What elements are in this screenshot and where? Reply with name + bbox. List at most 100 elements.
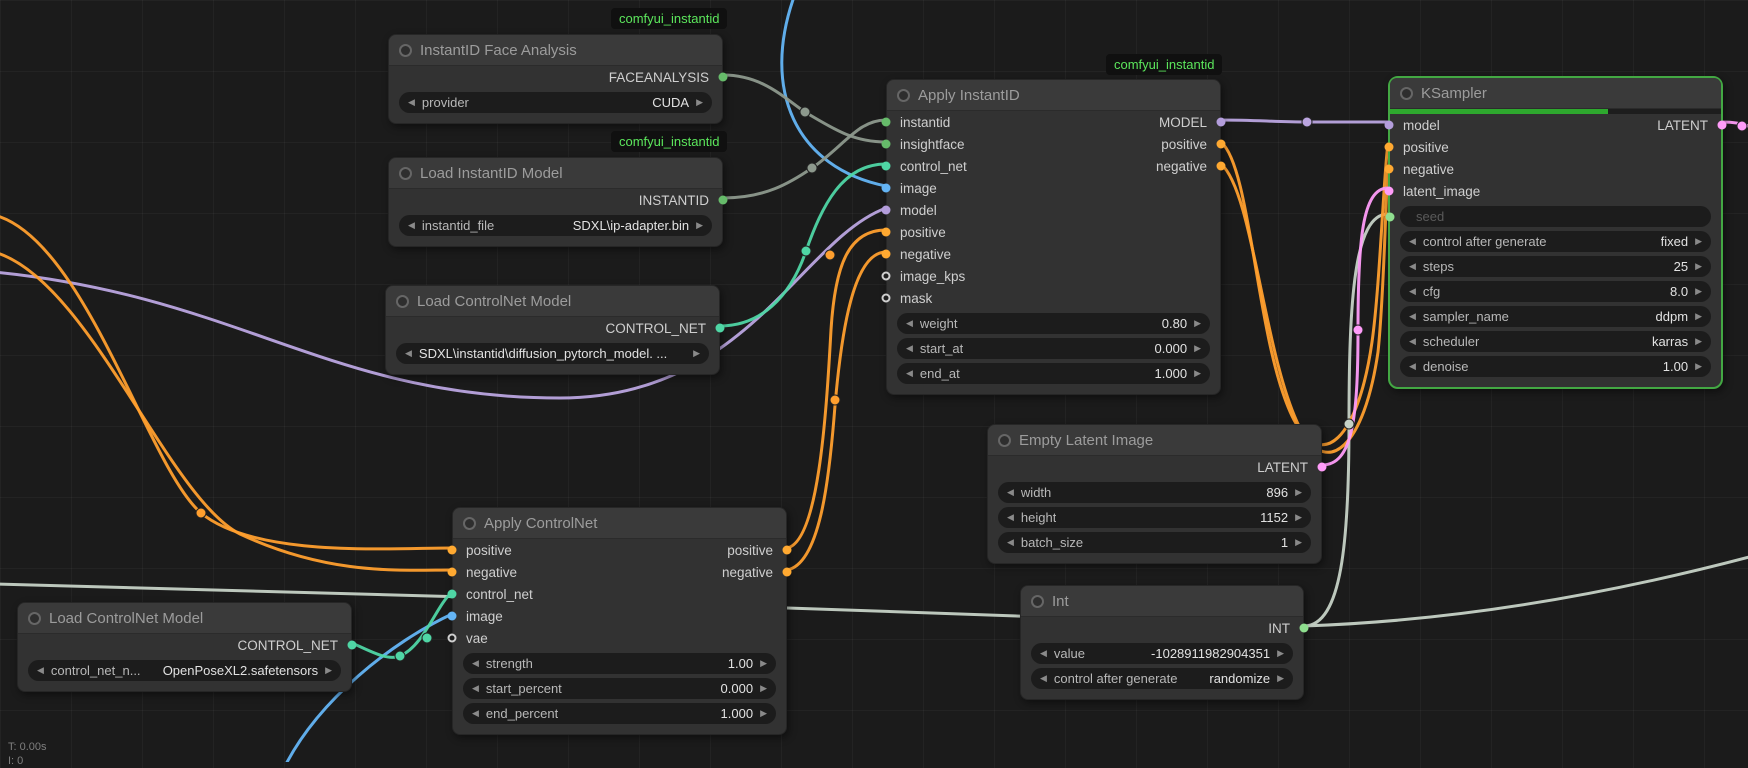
output-dot-positive[interactable] [1217, 140, 1226, 149]
node-titlebar[interactable]: KSampler [1390, 78, 1721, 109]
output-dot-int[interactable] [1300, 624, 1309, 633]
node-apply-instantid[interactable]: Apply InstantID instantid MODEL insightf… [886, 79, 1221, 395]
decrement-icon[interactable] [906, 369, 913, 378]
node-titlebar[interactable]: Load InstantID Model [389, 158, 722, 189]
decrement-icon[interactable] [408, 98, 415, 107]
decrement-icon[interactable] [1040, 674, 1047, 683]
widget-end-percent[interactable]: end_percent 1.000 [463, 703, 776, 724]
widget-start-percent[interactable]: start_percent 0.000 [463, 678, 776, 699]
decrement-icon[interactable] [1409, 362, 1416, 371]
increment-icon[interactable] [760, 659, 767, 668]
increment-icon[interactable] [1295, 488, 1302, 497]
decrement-icon[interactable] [1409, 262, 1416, 271]
node-titlebar[interactable]: InstantID Face Analysis [389, 35, 722, 66]
widget-end-at[interactable]: end_at 1.000 [897, 363, 1210, 384]
output-dot-negative[interactable] [1217, 162, 1226, 171]
decrement-icon[interactable] [906, 319, 913, 328]
node-load-controlnet-model-top[interactable]: Load ControlNet Model CONTROL_NET SDXL\i… [385, 285, 720, 375]
collapse-icon[interactable] [28, 612, 41, 625]
node-int[interactable]: Int INT value -1028911982904351 control … [1020, 585, 1304, 700]
input-dot-positive[interactable] [448, 546, 457, 555]
collapse-icon[interactable] [463, 517, 476, 530]
increment-icon[interactable] [1695, 262, 1702, 271]
collapse-icon[interactable] [998, 434, 1011, 447]
increment-icon[interactable] [1695, 312, 1702, 321]
input-dot-seed[interactable] [1386, 212, 1395, 221]
reroute-dot[interactable] [807, 163, 817, 173]
input-dot-negative[interactable] [882, 250, 891, 259]
input-dot-control-net[interactable] [882, 162, 891, 171]
widget-height[interactable]: height 1152 [998, 507, 1311, 528]
collapse-icon[interactable] [396, 295, 409, 308]
output-dot-latent[interactable] [1318, 463, 1327, 472]
reroute-dot[interactable] [800, 107, 810, 117]
output-dot-instantid[interactable] [719, 196, 728, 205]
reroute-dot[interactable] [825, 250, 835, 260]
widget-provider[interactable]: provider CUDA [399, 92, 712, 113]
decrement-icon[interactable] [37, 666, 44, 675]
input-dot-control-net[interactable] [448, 590, 457, 599]
reroute-dot[interactable] [395, 651, 405, 661]
output-dot-faceanalysis[interactable] [719, 73, 728, 82]
collapse-icon[interactable] [1031, 595, 1044, 608]
node-titlebar[interactable]: Load ControlNet Model [386, 286, 719, 317]
input-dot-image[interactable] [448, 612, 457, 621]
increment-icon[interactable] [1194, 369, 1201, 378]
input-dot-negative[interactable] [448, 568, 457, 577]
increment-icon[interactable] [760, 684, 767, 693]
decrement-icon[interactable] [472, 659, 479, 668]
widget-start-at[interactable]: start_at 0.000 [897, 338, 1210, 359]
increment-icon[interactable] [693, 349, 700, 358]
widget-control-after-generate[interactable]: control after generate randomize [1031, 668, 1293, 689]
node-titlebar[interactable]: Apply InstantID [887, 80, 1220, 111]
output-dot-negative[interactable] [783, 568, 792, 577]
increment-icon[interactable] [1695, 337, 1702, 346]
widget-denoise[interactable]: denoise 1.00 [1400, 356, 1711, 377]
node-apply-controlnet[interactable]: Apply ControlNet positive positive negat… [452, 507, 787, 735]
node-ksampler[interactable]: KSampler model LATENT positive negative … [1388, 76, 1723, 389]
widget-strength[interactable]: strength 1.00 [463, 653, 776, 674]
reroute-dot[interactable] [1302, 117, 1312, 127]
widget-batch-size[interactable]: batch_size 1 [998, 532, 1311, 553]
decrement-icon[interactable] [408, 221, 415, 230]
decrement-icon[interactable] [472, 684, 479, 693]
widget-cfg[interactable]: cfg 8.0 [1400, 281, 1711, 302]
output-dot-model[interactable] [1217, 118, 1226, 127]
input-dot-instantid[interactable] [882, 118, 891, 127]
widget-width[interactable]: width 896 [998, 482, 1311, 503]
decrement-icon[interactable] [472, 709, 479, 718]
collapse-icon[interactable] [1400, 87, 1413, 100]
input-dot-model[interactable] [882, 206, 891, 215]
widget-instantid-file[interactable]: instantid_file SDXL\ip-adapter.bin [399, 215, 712, 236]
widget-value[interactable]: value -1028911982904351 [1031, 643, 1293, 664]
increment-icon[interactable] [1295, 538, 1302, 547]
node-instantid-face-analysis[interactable]: InstantID Face Analysis FACEANALYSIS pro… [388, 34, 723, 124]
decrement-icon[interactable] [1007, 538, 1014, 547]
output-dot-positive[interactable] [783, 546, 792, 555]
node-titlebar[interactable]: Load ControlNet Model [18, 603, 351, 634]
output-dot-control-net[interactable] [716, 324, 725, 333]
decrement-icon[interactable] [906, 344, 913, 353]
node-titlebar[interactable]: Int [1021, 586, 1303, 617]
input-dot-positive[interactable] [1385, 143, 1394, 152]
reroute-dot[interactable] [830, 395, 840, 405]
increment-icon[interactable] [1695, 362, 1702, 371]
increment-icon[interactable] [1277, 674, 1284, 683]
input-dot-insightface[interactable] [882, 140, 891, 149]
input-dot-image-kps[interactable] [882, 272, 891, 281]
widget-controlnet-name[interactable]: SDXL\instantid\diffusion_pytorch_model. … [396, 343, 709, 364]
widget-weight[interactable]: weight 0.80 [897, 313, 1210, 334]
increment-icon[interactable] [696, 221, 703, 230]
node-load-instantid-model[interactable]: Load InstantID Model INSTANTID instantid… [388, 157, 723, 247]
reroute-dot[interactable] [1353, 325, 1363, 335]
reroute-dot[interactable] [1737, 121, 1747, 131]
decrement-icon[interactable] [1007, 513, 1014, 522]
decrement-icon[interactable] [1409, 337, 1416, 346]
decrement-icon[interactable] [1409, 312, 1416, 321]
reroute-dot[interactable] [196, 508, 206, 518]
decrement-icon[interactable] [1007, 488, 1014, 497]
input-dot-negative[interactable] [1385, 165, 1394, 174]
increment-icon[interactable] [760, 709, 767, 718]
decrement-icon[interactable] [1040, 649, 1047, 658]
increment-icon[interactable] [1695, 287, 1702, 296]
